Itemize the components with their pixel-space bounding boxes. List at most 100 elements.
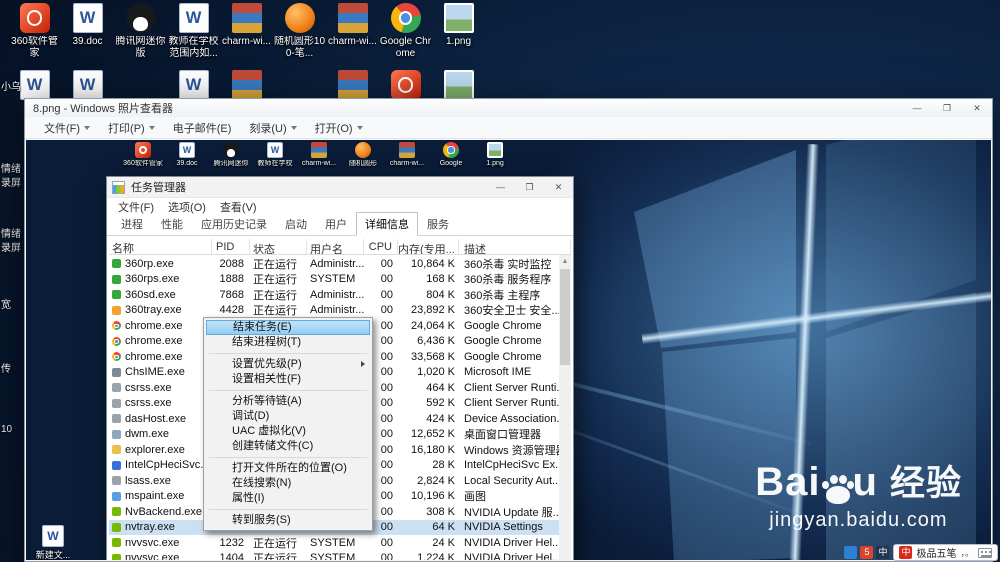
viewer-menu-item-1[interactable]: 文件(F) [35, 117, 99, 139]
viewer-menu-item-5[interactable]: 打开(O) [306, 117, 372, 139]
word-icon [178, 3, 209, 33]
viewer-menu-item-3[interactable]: 电子邮件(E) [164, 117, 241, 139]
tm-close-button[interactable]: ✕ [544, 177, 573, 197]
context-menu-item-7[interactable]: 分析等待链(A) [204, 394, 372, 409]
process-name-cell: chrome.exe [109, 351, 212, 363]
process-description: NVIDIA Driver Hel... [464, 552, 559, 560]
photo-mini-icon-2: 39.doc [165, 142, 209, 168]
process-description: Device Association... [464, 412, 559, 425]
process-row[interactable]: 360rps.exe 1888 正在运行 SYSTEM 00 168 K 360杀毒 服务程… [109, 272, 559, 288]
desktop-icon-row2-5[interactable] [220, 70, 273, 100]
process-name-cell: csrss.exe [109, 397, 212, 409]
process-icon [112, 367, 121, 377]
desktop-icon-label: 360软件管家 [11, 36, 58, 59]
mini-icon-label: 教师在学校 [257, 160, 293, 167]
mini-icon-label: 腾讯网迷你 [213, 160, 249, 167]
jingyan-url: jingyan.baidu.com [769, 509, 948, 531]
desktop-icon-row2-2[interactable] [61, 70, 114, 100]
column-header-5[interactable]: CPU [364, 239, 398, 254]
column-header-1[interactable]: 名称 [109, 239, 212, 254]
task-manager-window-controls: — ❐ ✕ [486, 177, 573, 197]
desktop-icon-7[interactable]: charm-wi... [326, 3, 379, 60]
viewer-titlebar[interactable]: 8.png - Windows 照片查看器 — ❐ ✕ [25, 99, 992, 117]
context-menu-item-1[interactable]: 结束任务(E) [206, 320, 370, 335]
desktop-icon-label: 新建文... [35, 550, 71, 560]
photo-mini-icon-3: 腾讯网迷你 [209, 142, 253, 168]
viewer-menu-item-2[interactable]: 打印(P) [99, 117, 164, 139]
column-header-7[interactable]: 描述 [459, 239, 571, 254]
desktop-icon-6[interactable]: 随机圆形100-笔... [273, 3, 326, 60]
process-user: Administr... [310, 257, 364, 270]
context-menu-item-9[interactable]: UAC 虚拟化(V) [204, 424, 372, 439]
desktop-icon-3[interactable]: 腾讯网迷你版 [114, 3, 167, 60]
column-header-6[interactable]: 内存(专用... [398, 239, 459, 254]
context-menu-item-8[interactable]: 调试(D) [204, 409, 372, 424]
desktop-icon-8[interactable]: Google Chrome [379, 3, 432, 60]
process-name: dasHost.exe [125, 412, 187, 425]
desktop-icon-row2-8[interactable] [379, 70, 432, 100]
desktop-icon-9[interactable]: 1.png [432, 3, 485, 60]
process-icon [112, 429, 121, 439]
context-menu-item-4[interactable]: 设置优先级(P) [204, 357, 372, 372]
tray-icon-1[interactable] [844, 546, 858, 559]
desktop-icon-1[interactable]: 360软件管家 [8, 3, 61, 60]
i360-icon [19, 3, 50, 33]
process-row[interactable]: 360tray.exe 4428 正在运行 Administr... 00 23,892 … [109, 303, 559, 319]
tray-icons: 5中 [844, 546, 890, 559]
desktop-icon-row2-7[interactable] [326, 70, 379, 100]
tab-用户[interactable]: 用户 [316, 212, 356, 236]
process-row[interactable]: 360sd.exe 7868 正在运行 Administr... 00 804 K 360杀… [109, 287, 559, 303]
tray-icon-3[interactable]: 中 [876, 546, 890, 559]
tab-应用历史记录[interactable]: 应用历史记录 [192, 212, 276, 236]
context-menu-item-2[interactable]: 结束进程树(T) [204, 335, 372, 350]
scroll-up-icon[interactable]: ▲ [559, 255, 571, 268]
photo-mini-icon-7: charm-wi... [385, 142, 429, 168]
process-row[interactable]: nvvsvc.exe 1232 正在运行 SYSTEM 00 24 K NVIDIA Dri… [109, 535, 559, 551]
process-icon [112, 290, 121, 300]
context-menu-item-13[interactable]: 在线搜索(N) [204, 476, 372, 491]
desktop-icon-row2-4[interactable] [167, 70, 220, 100]
process-name: nvvsvc.exe [125, 536, 180, 549]
desktop-icon-5[interactable]: charm-wi... [220, 3, 273, 60]
process-name: 360rps.exe [125, 273, 180, 286]
rar-icon [231, 70, 262, 100]
column-header-2[interactable]: PID [212, 239, 250, 254]
context-menu-item-12[interactable]: 打开文件所在的位置(O) [204, 461, 372, 476]
ime-bar[interactable]: 中 极品五笔 ，。 [893, 544, 998, 561]
desktop-icons-row1: 360软件管家39.doc腾讯网迷你版教师在学校范围内如...charm-wi.… [8, 3, 485, 60]
desktop-icon-4[interactable]: 教师在学校范围内如... [167, 3, 220, 60]
process-row[interactable]: nvvsvc.exe 1404 正在运行 SYSTEM 00 1,224 K NVIDIA … [109, 551, 559, 560]
viewer-menu-item-4[interactable]: 刻录(U) [240, 117, 305, 139]
close-button[interactable]: ✕ [962, 100, 992, 117]
desktop-icon-row2-9[interactable] [432, 70, 485, 100]
tab-服务[interactable]: 服务 [418, 212, 458, 236]
tray-icon-2[interactable]: 5 [860, 546, 874, 559]
tab-详细信息[interactable]: 详细信息 [356, 212, 418, 236]
context-menu-item-10[interactable]: 创建转储文件(C) [204, 439, 372, 454]
context-menu: 结束任务(E) 结束进程树(T) 设置优先级(P) 设置相关性(F) 分析等待链(A) 调… [203, 317, 373, 531]
tab-性能[interactable]: 性能 [152, 212, 192, 236]
keyboard-icon[interactable] [978, 547, 992, 558]
process-name: ChsIME.exe [125, 366, 185, 379]
word-icon [179, 142, 195, 158]
process-row[interactable]: 360rp.exe 2088 正在运行 Administr... 00 10,864 K 3… [109, 256, 559, 272]
tm-maximize-button[interactable]: ❐ [515, 177, 544, 197]
ime-punctuation-toggle[interactable]: ，。 [960, 546, 974, 559]
context-menu-item-5[interactable]: 设置相关性(F) [204, 372, 372, 387]
tm-minimize-button[interactable]: — [486, 177, 515, 197]
scrollbar[interactable]: ▲ ▼ [559, 255, 571, 560]
context-menu-item-16[interactable]: 转到服务(S) [204, 513, 372, 528]
task-manager-titlebar[interactable]: 任务管理器 — ❐ ✕ [107, 177, 573, 198]
column-header-3[interactable]: 状态 [250, 239, 307, 254]
process-icon [112, 491, 121, 501]
ime-mode-icon[interactable]: 中 [899, 546, 913, 559]
process-description: Client Server Runti... [464, 381, 559, 394]
tab-进程[interactable]: 进程 [112, 212, 152, 236]
tab-启动[interactable]: 启动 [276, 212, 316, 236]
desktop-icon-2[interactable]: 39.doc [61, 3, 114, 60]
maximize-button[interactable]: ❐ [932, 100, 962, 117]
column-header-4[interactable]: 用户名 [307, 239, 364, 254]
scrollbar-thumb[interactable] [560, 269, 570, 365]
minimize-button[interactable]: — [902, 100, 932, 117]
context-menu-item-14[interactable]: 属性(I) [204, 491, 372, 506]
